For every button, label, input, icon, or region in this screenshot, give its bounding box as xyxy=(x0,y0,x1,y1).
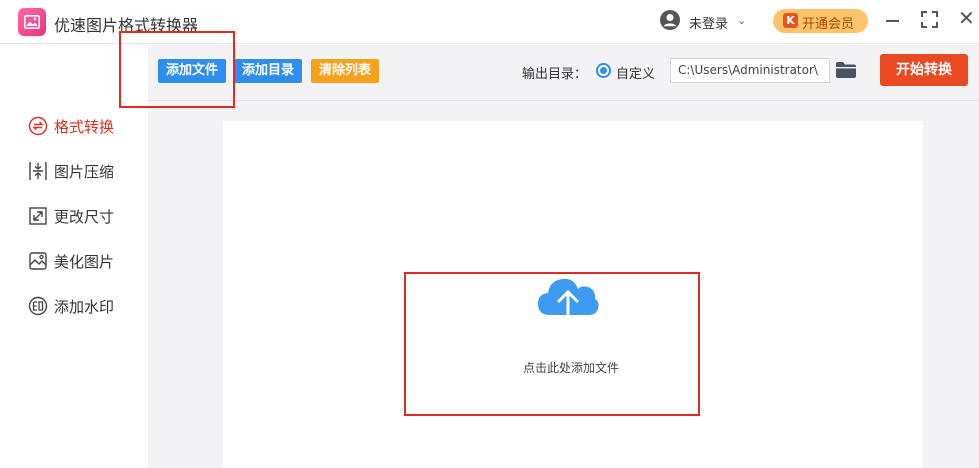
compress-icon xyxy=(29,162,47,180)
clear-list-button[interactable]: 清除列表 xyxy=(311,59,380,83)
minimize-icon[interactable] xyxy=(886,20,899,22)
custom-output-radio-label[interactable]: 自定义 xyxy=(616,63,655,82)
vip-button-label: 开通会员 xyxy=(802,17,855,32)
sidebar-item-format-convert[interactable]: 格式转换 xyxy=(28,115,114,137)
sidebar-item-watermark[interactable]: 添加水印 xyxy=(28,295,114,317)
vip-icon: K xyxy=(783,13,798,28)
sidebar-item-label: 添加水印 xyxy=(54,297,115,316)
maximize-icon[interactable] xyxy=(921,11,938,28)
watermark-icon xyxy=(28,296,48,316)
sidebar-item-label: 更改尺寸 xyxy=(54,207,115,226)
add-directory-button[interactable]: 添加目录 xyxy=(234,59,303,83)
output-path-input[interactable]: C:\Users\Administrator\ xyxy=(670,58,830,83)
start-convert-button[interactable]: 开始转换 xyxy=(880,54,968,86)
close-icon[interactable]: ✕ xyxy=(958,8,975,28)
format-convert-icon xyxy=(28,116,48,136)
app-logo xyxy=(18,8,46,36)
image-icon xyxy=(24,15,40,29)
custom-output-radio[interactable] xyxy=(596,63,611,78)
output-directory-label: 输出目录： xyxy=(522,67,588,82)
sidebar-item-label: 美化图片 xyxy=(54,252,115,271)
sidebar-item-beautify[interactable]: 美化图片 xyxy=(28,250,114,272)
vip-button[interactable]: K 开通会员 xyxy=(773,9,868,33)
beautify-icon xyxy=(29,252,47,270)
resize-icon xyxy=(29,207,47,225)
chevron-down-icon[interactable]: ⌄ xyxy=(737,14,746,27)
annotation-highlight-add-file xyxy=(119,31,235,108)
sidebar-item-compress[interactable]: 图片压缩 xyxy=(28,160,114,182)
sidebar: 格式转换 图片压缩 更改尺寸 美化图片 添加水印 xyxy=(0,45,148,468)
folder-icon[interactable] xyxy=(835,61,857,79)
sidebar-item-label: 格式转换 xyxy=(54,117,115,136)
login-status[interactable]: 未登录 xyxy=(689,13,728,32)
toolbar: 添加文件 添加目录 清除列表 输出目录： 自定义 C:\Users\Admini… xyxy=(148,45,979,101)
user-avatar-icon[interactable] xyxy=(660,10,680,30)
sidebar-item-label: 图片压缩 xyxy=(54,162,115,181)
annotation-highlight-drop-zone xyxy=(404,272,700,416)
sidebar-item-resize[interactable]: 更改尺寸 xyxy=(28,205,114,227)
